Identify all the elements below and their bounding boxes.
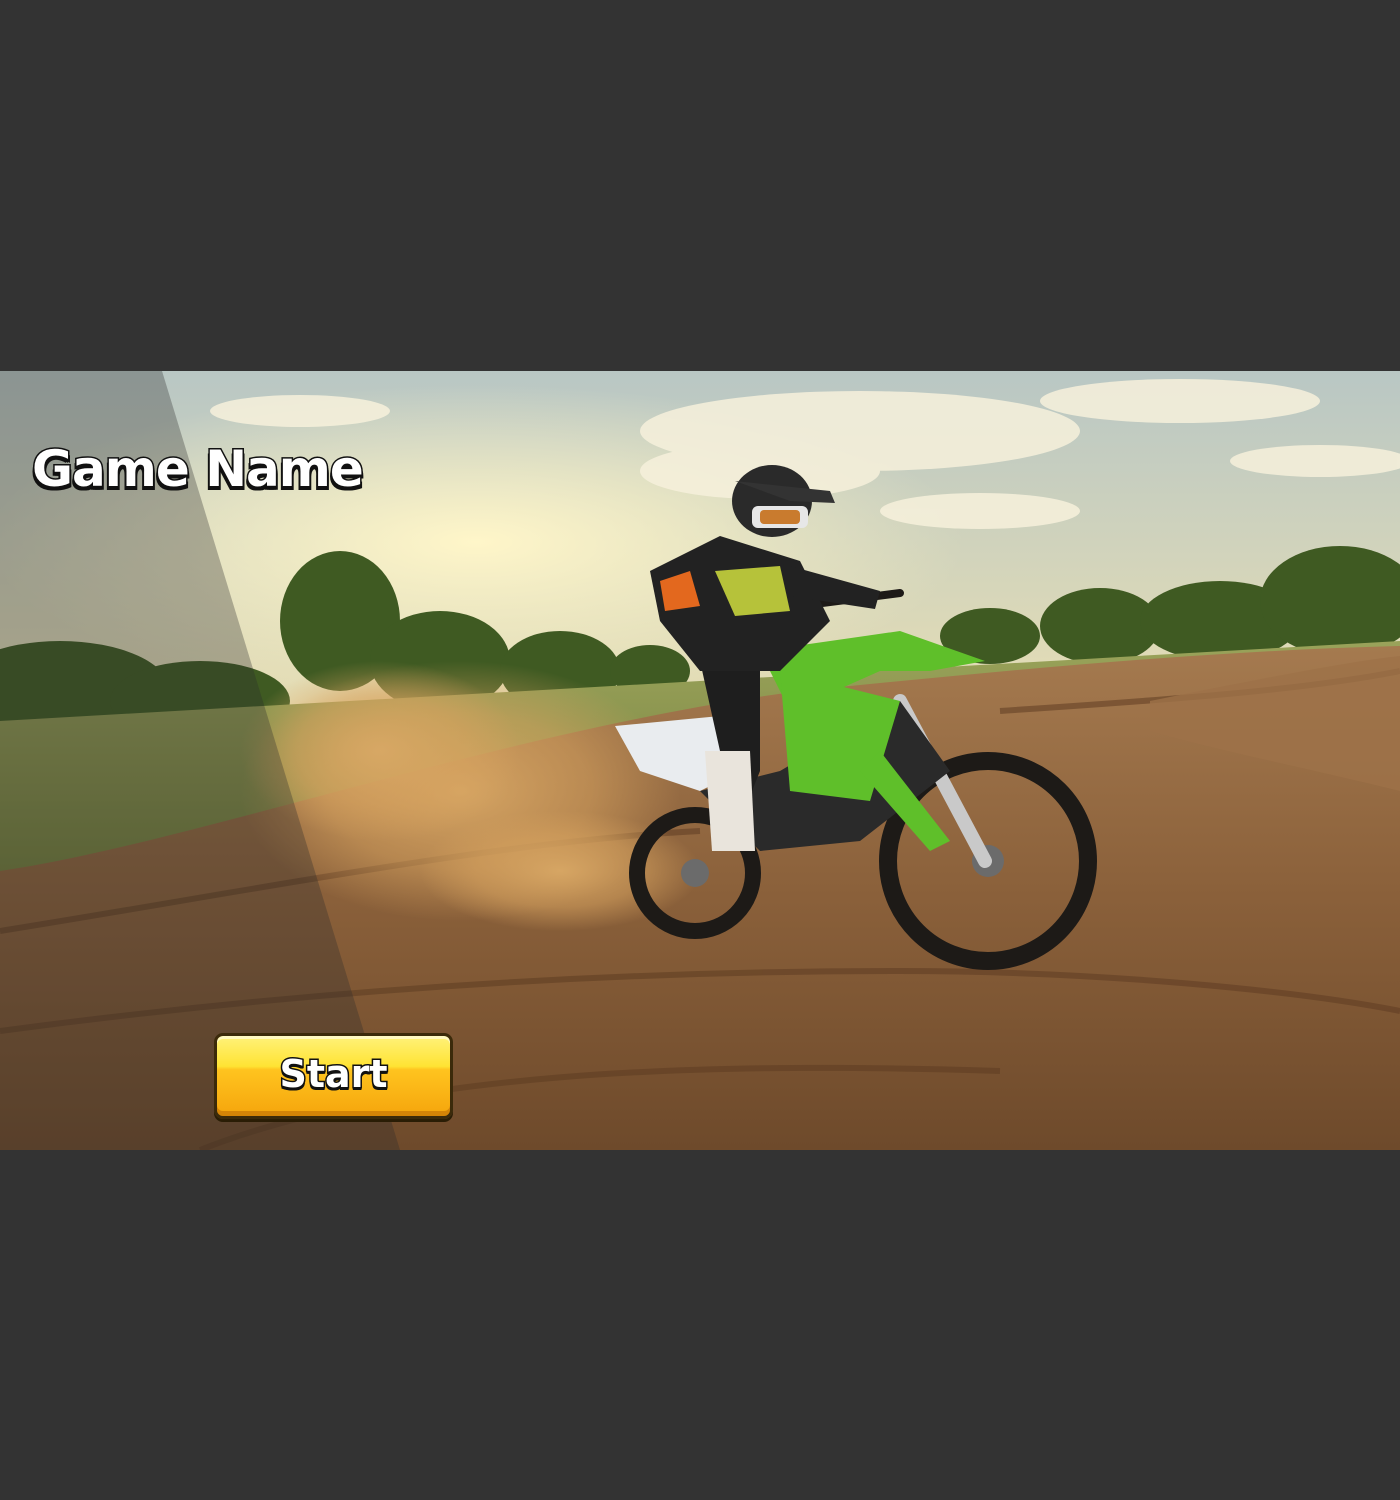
start-button[interactable]: Start <box>214 1033 453 1119</box>
game-title: Game Name <box>31 439 366 500</box>
game-frame: Game Name Start <box>0 0 1400 1500</box>
start-button-label: Start <box>278 1051 389 1098</box>
